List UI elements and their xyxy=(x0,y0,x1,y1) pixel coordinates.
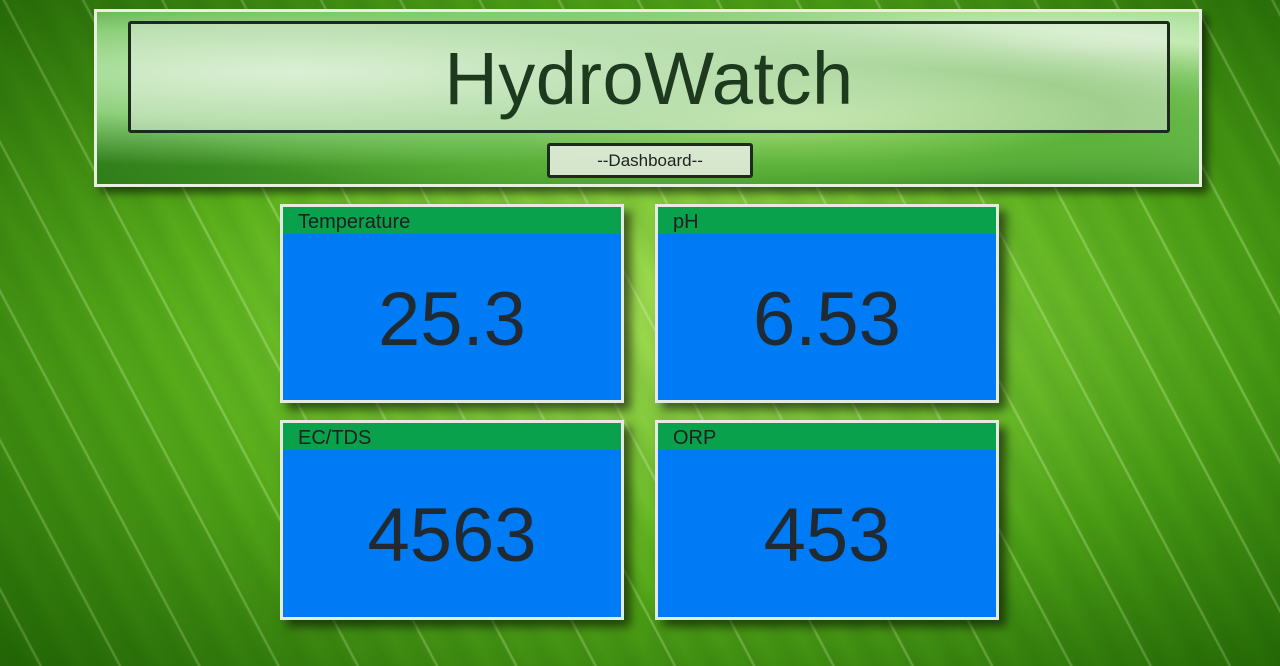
sensor-label: EC/TDS xyxy=(283,423,621,450)
sensor-card-temperature: Temperature 25.3 xyxy=(280,204,624,403)
sensor-label: ORP xyxy=(658,423,996,450)
sensor-value: 4563 xyxy=(367,493,537,578)
sensor-card-orp: ORP 453 xyxy=(655,420,999,620)
header-banner: HydroWatch --Dashboard-- xyxy=(94,9,1202,187)
sensor-label: Temperature xyxy=(283,207,621,234)
page-title: HydroWatch xyxy=(444,36,854,120)
sensor-label: pH xyxy=(658,207,996,234)
sensor-value: 453 xyxy=(763,493,891,578)
title-box: HydroWatch xyxy=(128,21,1170,133)
sensor-value: 25.3 xyxy=(378,276,526,362)
sensor-card-ph: pH 6.53 xyxy=(655,204,999,403)
sensor-value: 6.53 xyxy=(753,276,901,362)
sensor-card-ec-tds: EC/TDS 4563 xyxy=(280,420,624,620)
dashboard-button[interactable]: --Dashboard-- xyxy=(547,143,753,178)
